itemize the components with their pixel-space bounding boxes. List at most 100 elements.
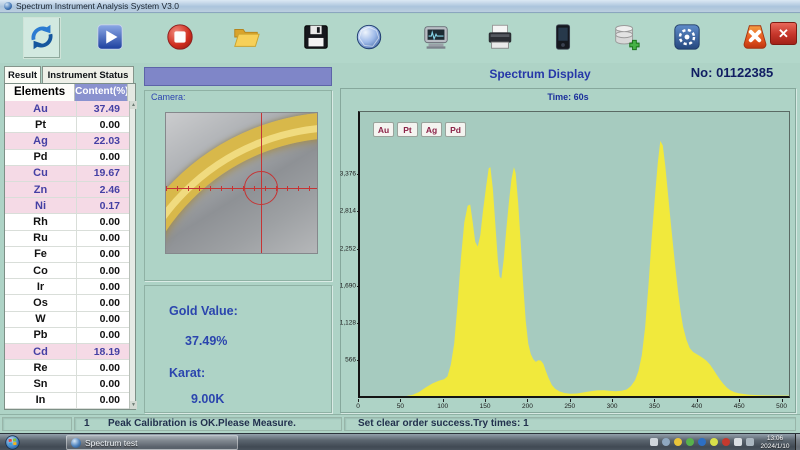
y-tick-label: 1,128 (340, 320, 356, 327)
element-cell: Cu (5, 166, 77, 181)
table-scrollbar[interactable]: ▲ ▼ (129, 101, 135, 409)
table-row[interactable]: Cd18.19 (5, 344, 129, 360)
y-tick-label: 3,376 (340, 171, 356, 178)
content-cell: 0.00 (77, 231, 129, 246)
print-button[interactable] (481, 17, 519, 59)
elements-column-header: Elements (5, 84, 75, 101)
table-row[interactable]: Au37.49 (5, 101, 129, 117)
table-row[interactable]: Pd0.00 (5, 150, 129, 166)
x-tick-label: 0 (356, 403, 360, 410)
legend-ag-button[interactable]: Ag (421, 122, 442, 137)
database-add-icon (611, 22, 641, 55)
exit-button[interactable] (736, 17, 774, 59)
tray-usb-icon[interactable] (662, 438, 670, 446)
close-window-button[interactable]: ✕ (770, 22, 797, 45)
table-row[interactable]: Os0.00 (5, 295, 129, 311)
crosshair-circle (244, 171, 278, 205)
element-cell: In (5, 393, 77, 408)
gear-target-icon (672, 22, 702, 55)
tray-volume-icon[interactable] (734, 438, 742, 446)
tray-security-icon[interactable] (710, 438, 718, 446)
table-row[interactable]: Pt0.00 (5, 117, 129, 133)
element-cell: Ag (5, 133, 77, 148)
content-cell: 0.00 (77, 263, 129, 278)
database-add-button[interactable] (607, 17, 645, 59)
x-tick-label: 200 (522, 403, 533, 410)
content-cell: 0.00 (77, 360, 129, 375)
legend-pd-button[interactable]: Pd (445, 122, 466, 137)
gold-value: 37.49% (185, 334, 227, 348)
table-row[interactable]: Re0.00 (5, 360, 129, 376)
table-row[interactable]: Ag22.03 (5, 133, 129, 149)
x-tick-mark (654, 399, 655, 402)
y-tick-label: 2,252 (340, 245, 356, 252)
progress-bar (144, 67, 332, 86)
tab-instrument-status[interactable]: Instrument Status (42, 66, 134, 83)
play-icon (95, 22, 125, 55)
status-count: 1 (84, 418, 90, 429)
content-cell: 19.67 (77, 166, 129, 181)
printer-icon (485, 22, 515, 55)
legend-pt-button[interactable]: Pt (397, 122, 418, 137)
element-cell: Au (5, 101, 77, 116)
start-button-orb[interactable] (5, 435, 20, 450)
element-cell: Re (5, 360, 77, 375)
content-cell: 0.00 (77, 117, 129, 132)
table-row[interactable]: Sn0.00 (5, 376, 129, 392)
oscilloscope-icon (421, 22, 451, 55)
table-row[interactable]: Ni0.17 (5, 198, 129, 214)
content-cell: 0.00 (77, 376, 129, 391)
tray-antivirus-icon[interactable] (686, 438, 694, 446)
table-row[interactable]: Cu19.67 (5, 166, 129, 182)
save-button[interactable] (297, 17, 335, 59)
legend-au-button[interactable]: Au (373, 122, 394, 137)
stop-button[interactable] (161, 17, 199, 59)
open-file-button[interactable] (227, 17, 265, 59)
tray-network-icon[interactable] (746, 438, 754, 446)
table-row[interactable]: Rh0.00 (5, 214, 129, 230)
table-row[interactable]: Pb0.00 (5, 328, 129, 344)
camera-label: Camera: (151, 92, 186, 102)
tab-result[interactable]: Result (4, 66, 41, 83)
table-row[interactable]: Fe0.00 (5, 247, 129, 263)
globe-icon (354, 22, 384, 55)
table-row[interactable]: Zn2.46 (5, 182, 129, 198)
show-desktop-button[interactable] (795, 434, 800, 450)
table-row[interactable]: In0.00 (5, 393, 129, 409)
taskbar-app-button[interactable]: Spectrum test (66, 435, 238, 450)
scroll-up-arrow[interactable]: ▲ (130, 101, 137, 109)
tray-alert-icon[interactable] (722, 438, 730, 446)
y-tick-label: 2,814 (340, 208, 356, 215)
refresh-button[interactable] (23, 17, 61, 59)
settings-button[interactable] (668, 17, 706, 59)
table-row[interactable]: W0.00 (5, 312, 129, 328)
spectrum-monitor-button[interactable] (417, 17, 455, 59)
element-cell: Pd (5, 150, 77, 165)
tray-update-icon[interactable] (674, 438, 682, 446)
content-cell: 2.46 (77, 182, 129, 197)
taskbar-clock[interactable]: 13:06 2024/1/10 (757, 435, 793, 450)
start-button[interactable] (91, 17, 129, 59)
element-cell: Pt (5, 117, 77, 132)
content-cell: 0.17 (77, 198, 129, 213)
spectrum-display-title: Spectrum Display (470, 67, 610, 81)
measure-time-label: Time: 60s (341, 92, 795, 102)
tray-bluetooth-icon[interactable] (698, 438, 706, 446)
x-tick-mark (400, 399, 401, 402)
tray-hidden-icons-icon[interactable] (650, 438, 658, 446)
window-title: Spectrum Instrument Analysis System V3.0 (16, 1, 179, 11)
camera-panel: Camera: (144, 90, 332, 281)
x-tick-mark (739, 399, 740, 402)
element-cell: W (5, 312, 77, 327)
y-axis-labels: 5661,1281,6902,2522,8143,376 (341, 111, 357, 398)
karat-value: 9.00K (191, 392, 224, 406)
spectrum-chart-panel: Time: 60s 5661,1281,6902,2522,8143,376 A… (340, 88, 796, 413)
scroll-down-arrow[interactable]: ▼ (130, 401, 137, 409)
device-button[interactable] (544, 17, 582, 59)
table-row[interactable]: Ru0.00 (5, 231, 129, 247)
table-row[interactable]: Ir0.00 (5, 279, 129, 295)
table-row[interactable]: Co0.00 (5, 263, 129, 279)
status-message-right: Set clear order success.Try times: 1 (358, 418, 529, 429)
element-cell: Fe (5, 247, 77, 262)
network-button[interactable] (350, 17, 388, 59)
